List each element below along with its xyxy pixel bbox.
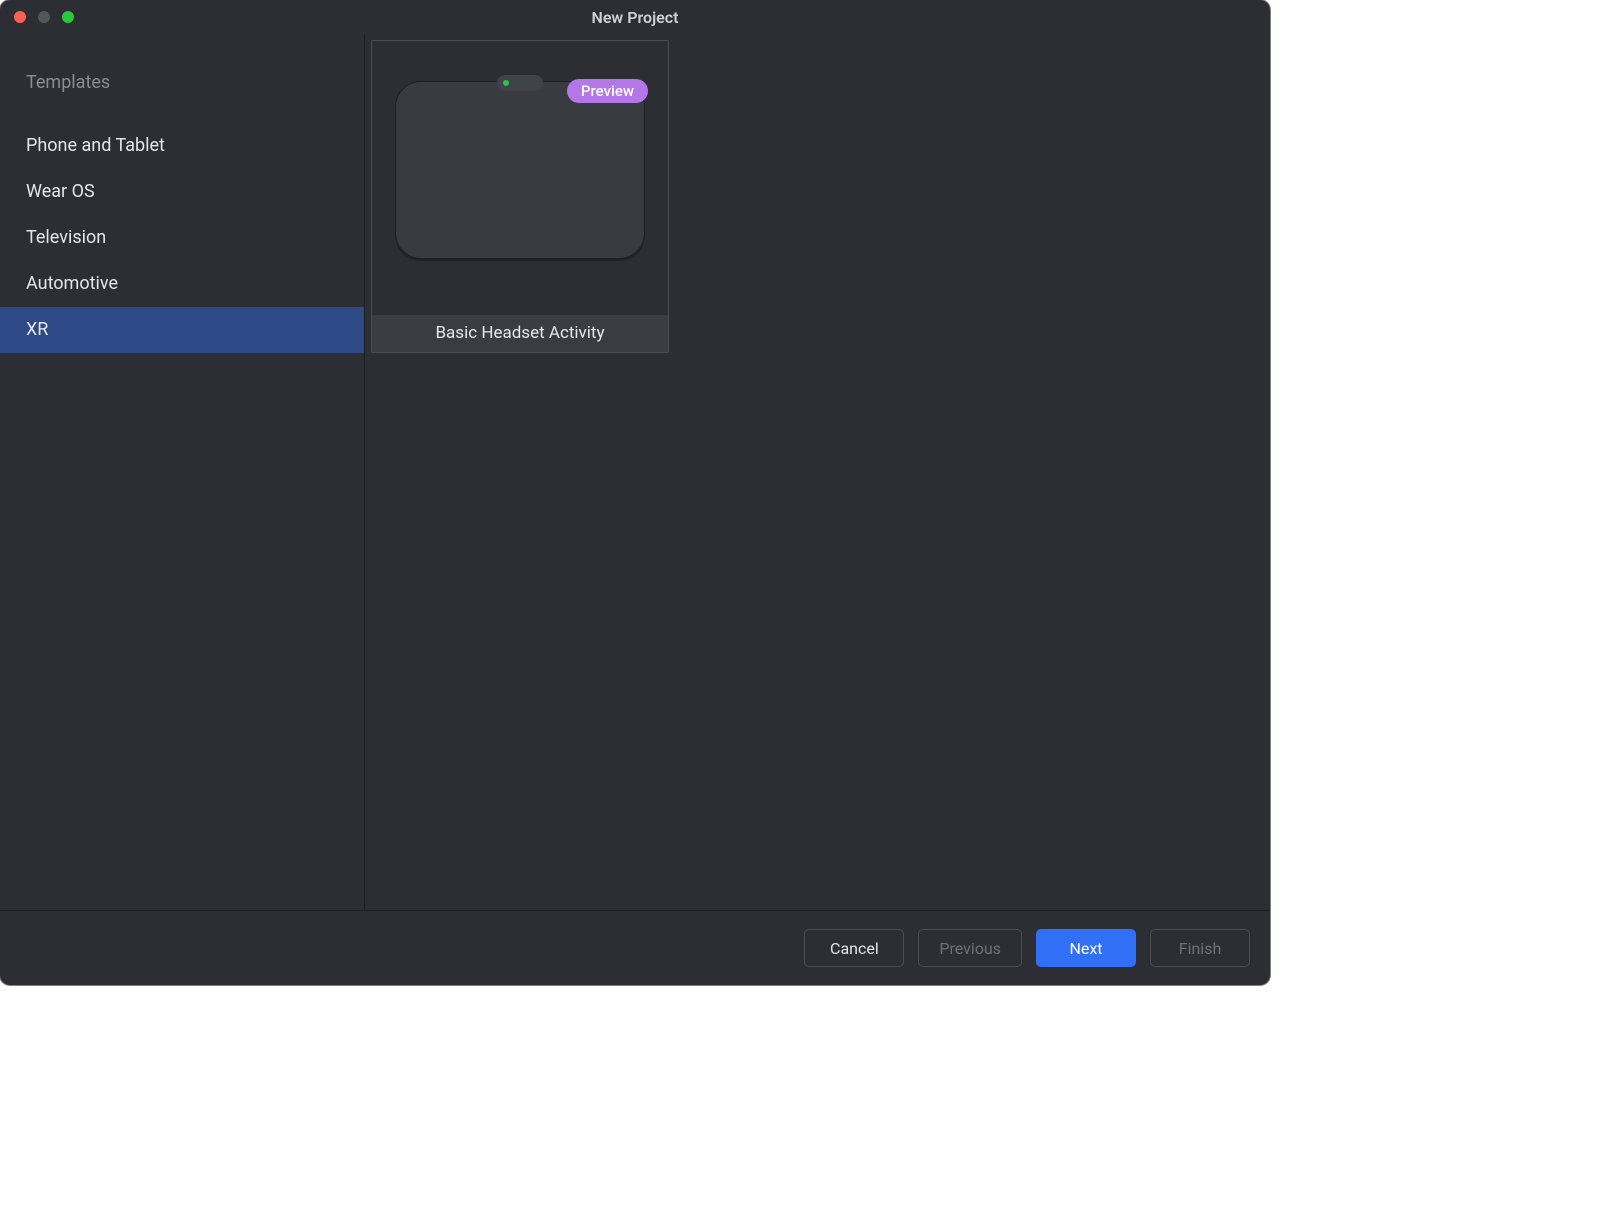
window-controls xyxy=(0,11,74,23)
sidebar-item-xr[interactable]: XR xyxy=(0,307,364,353)
headset-icon xyxy=(395,81,645,259)
templates-grid: Preview Basic Headset Activity xyxy=(365,34,1270,910)
template-preview: Preview xyxy=(372,41,668,315)
titlebar: New Project xyxy=(0,0,1270,34)
template-card-basic-headset-activity[interactable]: Preview Basic Headset Activity xyxy=(371,40,669,353)
maximize-icon[interactable] xyxy=(62,11,74,23)
sidebar-item-wear-os[interactable]: Wear OS xyxy=(0,169,364,215)
template-label: Basic Headset Activity xyxy=(372,315,668,352)
new-project-window: New Project Templates Phone and Tablet W… xyxy=(0,0,1270,985)
window-title: New Project xyxy=(0,8,1270,27)
finish-button: Finish xyxy=(1150,929,1250,967)
preview-badge: Preview xyxy=(567,79,648,103)
close-icon[interactable] xyxy=(14,11,26,23)
sidebar-item-television[interactable]: Television xyxy=(0,215,364,261)
next-button[interactable]: Next xyxy=(1036,929,1136,967)
minimize-icon[interactable] xyxy=(38,11,50,23)
cancel-button[interactable]: Cancel xyxy=(804,929,904,967)
templates-sidebar: Templates Phone and Tablet Wear OS Telev… xyxy=(0,34,365,910)
sidebar-item-phone-and-tablet[interactable]: Phone and Tablet xyxy=(0,123,364,169)
wizard-footer: Cancel Previous Next Finish xyxy=(0,910,1270,985)
sidebar-item-automotive[interactable]: Automotive xyxy=(0,261,364,307)
previous-button: Previous xyxy=(918,929,1022,967)
sidebar-heading: Templates xyxy=(0,68,364,123)
